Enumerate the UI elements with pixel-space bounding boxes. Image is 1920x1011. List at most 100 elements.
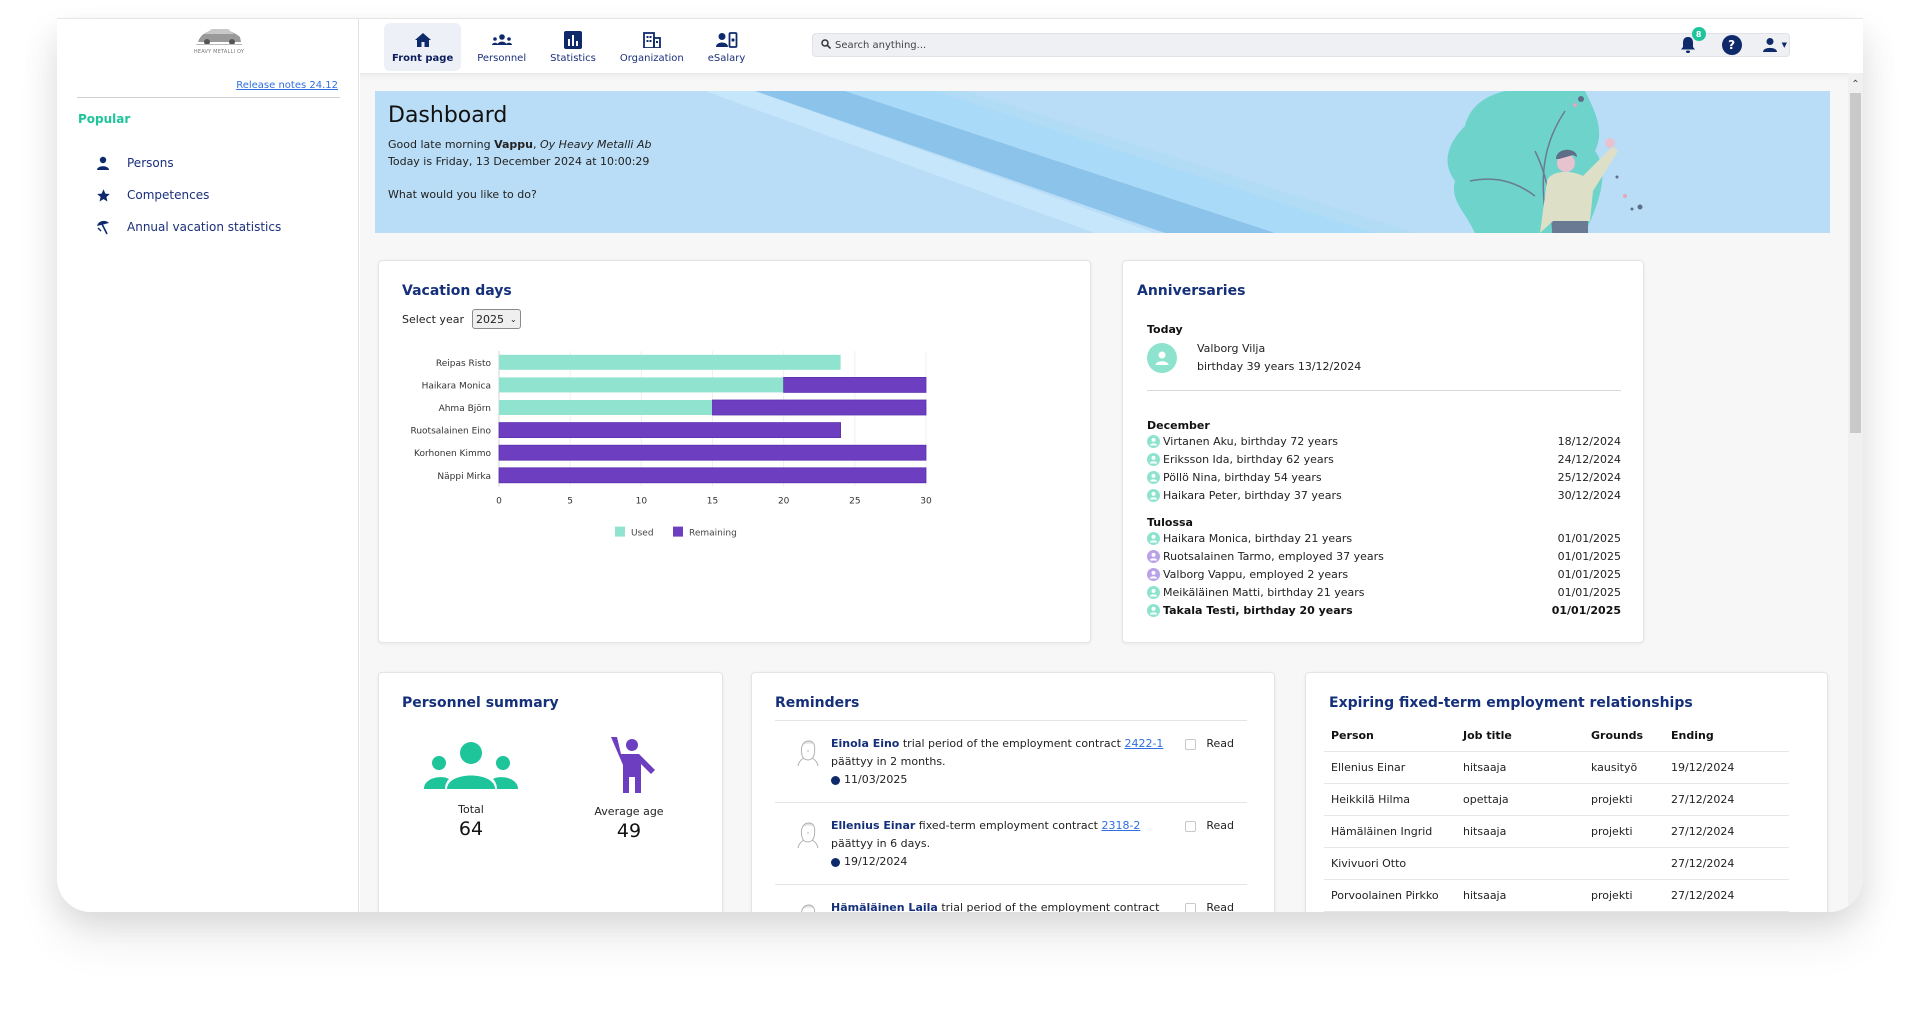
search-placeholder: Search anything... (835, 39, 927, 51)
anniversary-text: Haikara Peter, birthday 37 years (1163, 488, 1342, 502)
anniversary-item[interactable]: Virtanen Aku, birthday 72 years 18/12/202… (1147, 432, 1621, 450)
anniversary-item[interactable]: Meikäläinen Matti, birthday 21 years 01/0… (1147, 583, 1621, 601)
mark-read-checkbox[interactable]: Read (1185, 735, 1234, 753)
personnel-summary-card: Personnel summary Total 64 Average age 4… (378, 672, 723, 912)
cell-grounds: projekti (1584, 815, 1664, 848)
anniversaries-card: Anniversaries Today Valborg Vilja birthd… (1122, 260, 1644, 643)
anniversaries-title: Anniversaries (1137, 283, 1246, 299)
nav-statistics[interactable]: Statistics (542, 23, 604, 71)
reminder-person-link[interactable]: Hämäläinen Laila (831, 901, 938, 912)
anniversary-item[interactable]: Pöllö Nina, birthday 54 years 25/12/2024 (1147, 468, 1621, 486)
bar-used[interactable] (499, 400, 713, 415)
legend-swatch-used (615, 526, 625, 537)
table-row[interactable]: Ellenius Einar hitsaaja kausityö 19/12/2024 (1324, 751, 1789, 784)
nav-esalary[interactable]: eSalary (700, 23, 754, 71)
year-select[interactable]: 2025 ⌄ (471, 309, 521, 329)
table-row[interactable]: Porvoolainen Pirkko hitsaaja projekti 27/12… (1324, 879, 1789, 912)
bar-used[interactable] (499, 354, 841, 370)
contract-link[interactable]: 2422-1 (1124, 737, 1163, 750)
anniversary-text: Pöllö Nina, birthday 54 years (1163, 470, 1322, 484)
mark-read-checkbox[interactable]: Read (1185, 817, 1234, 835)
anniversary-item[interactable]: Valborg Vappu, employed 2 years 01/01/202… (1147, 565, 1621, 583)
today-anniversary[interactable]: Valborg Vilja birthday 39 years 13/12/20… (1147, 340, 1621, 376)
avatar-icon (1147, 470, 1160, 484)
column-header-grounds[interactable]: Grounds (1584, 721, 1664, 752)
bar-remaining[interactable] (783, 377, 927, 393)
column-header-ending[interactable]: Ending (1664, 721, 1789, 752)
legend-label-used[interactable]: Used (631, 529, 654, 539)
anniversary-item[interactable]: Ruotsalainen Tarmo, employed 37 years 01/… (1147, 547, 1621, 565)
anniversary-item[interactable]: Takala Testi, birthday 20 years 01/01/202… (1147, 601, 1621, 619)
cell-person: Kivivuori Otto (1324, 847, 1456, 880)
nav-front-page[interactable]: Front page (384, 23, 462, 71)
scrollbar-thumb[interactable] (1850, 93, 1861, 433)
anniversary-group: Tulossa Haikara Monica, birthday 21 years… (1147, 516, 1621, 619)
reminder-date-text: 11/03/2025 (844, 773, 908, 786)
cell-person: Porvoolainen Pirkko (1324, 879, 1456, 912)
cell-person: Heikkilä Hilma (1324, 783, 1456, 816)
release-notes-link[interactable]: Release notes 24.12 (236, 80, 338, 91)
dashboard-banner: Dashboard Good late morning Vappu, Oy He… (375, 91, 1830, 233)
scroll-up-arrow-icon[interactable]: ⌃ (1848, 79, 1863, 91)
table-row[interactable]: Heikkilä Hilma opettaja projekti 27/12/2024 (1324, 783, 1789, 816)
reminder-status: päättyy in 6 days. (831, 837, 931, 850)
x-tick-label: 10 (636, 497, 648, 507)
sidebar-item-annual-vacation-statistics[interactable]: Annual vacation statistics (93, 211, 281, 243)
cell-job-title: hitsaaja (1456, 815, 1584, 848)
notifications-button[interactable]: 8 (1676, 27, 1706, 57)
cell-ending: 27/12/2024 (1664, 783, 1789, 816)
anniversary-date: 30/12/2024 (1557, 488, 1621, 502)
contract-link[interactable]: 2318-2 (1101, 819, 1140, 832)
user-menu-button[interactable]: ▼ (1762, 37, 1787, 53)
column-header-job-title[interactable]: Job title (1456, 721, 1584, 752)
vertical-scrollbar[interactable]: ⌃ (1848, 73, 1863, 912)
reminder-date: 19/12/2024 (831, 853, 1247, 871)
anniversary-item[interactable]: Haikara Monica, birthday 21 years 01/01/2… (1147, 529, 1621, 547)
reminder-person-link[interactable]: Einola Eino (831, 737, 899, 750)
reminder-person-link[interactable]: Ellenius Einar (831, 819, 915, 832)
expiring-contracts-title: Expiring fixed-term employment relations… (1329, 695, 1693, 711)
today-heading: Today (1147, 323, 1183, 336)
anniversary-text: Haikara Monica, birthday 21 years (1163, 531, 1353, 545)
anniversary-item[interactable]: Haikara Peter, birthday 37 years 30/12/20… (1147, 486, 1621, 504)
anniversary-text: Ruotsalainen Tarmo, employed 37 years (1163, 549, 1384, 563)
total-personnel-stat: Total 64 (401, 741, 541, 840)
avatar-icon (1147, 603, 1160, 617)
top-navigation: Front page Personnel Statistics Organiza… (360, 19, 1863, 73)
nav-personnel[interactable]: Personnel (469, 23, 534, 71)
expiring-contracts-table: Person Job title Grounds Ending Ellenius… (1324, 721, 1789, 912)
legend-swatch-remaining (673, 526, 683, 537)
avatar-icon (1147, 434, 1160, 448)
mark-read-checkbox[interactable]: Read (1185, 899, 1234, 912)
anniversary-date: 18/12/2024 (1557, 434, 1621, 448)
sidebar-item-competences[interactable]: Competences (93, 179, 281, 211)
cell-grounds: projekti (1584, 879, 1664, 912)
company-name: Oy Heavy Metalli Ab (540, 138, 652, 151)
reminder-item: Ellenius Einar fixed-term employment con… (775, 803, 1247, 885)
legend-label-remaining[interactable]: Remaining (689, 529, 737, 539)
checkbox[interactable] (1185, 902, 1197, 912)
help-button[interactable]: ? (1721, 35, 1742, 55)
bar-remaining[interactable] (498, 444, 927, 461)
bar-remaining[interactable] (712, 399, 927, 416)
search-input[interactable]: Search anything... (812, 33, 1790, 57)
bar-used[interactable] (499, 377, 784, 393)
avatar-icon (1147, 531, 1160, 545)
table-row[interactable]: Kivivuori Otto 27/12/2024 (1324, 847, 1789, 880)
read-label: Read (1206, 737, 1234, 750)
checkbox[interactable] (1185, 820, 1197, 832)
logo-text: HEAVY METALLI OY (193, 49, 245, 55)
table-row[interactable]: Hämäläinen Ingrid hitsaaja projekti 27/12/2… (1324, 815, 1789, 848)
bar-remaining[interactable] (498, 467, 927, 484)
sidebar-item-persons[interactable]: Persons (93, 147, 281, 179)
greeting-prefix: Good late morning (388, 138, 495, 151)
column-header-person[interactable]: Person (1324, 721, 1456, 752)
company-logo[interactable]: HEAVY METALLI OY (179, 25, 259, 65)
anniversary-date: 25/12/2024 (1557, 470, 1621, 484)
bar-remaining[interactable] (498, 422, 842, 438)
nav-organization[interactable]: Organization (612, 23, 692, 71)
anniversary-item[interactable]: Eriksson Ida, birthday 62 years 24/12/202… (1147, 450, 1621, 468)
cell-grounds: kausityö (1584, 751, 1664, 784)
checkbox[interactable] (1185, 738, 1197, 750)
cell-job-title: hitsaaja (1456, 879, 1584, 912)
